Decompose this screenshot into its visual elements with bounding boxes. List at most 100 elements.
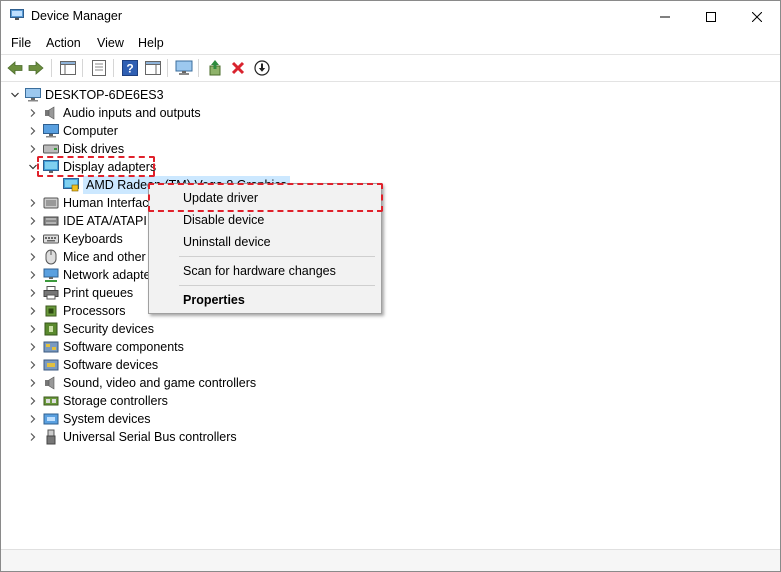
toolbar: ? <box>1 54 780 82</box>
tree-category[interactable]: Software components <box>27 338 184 356</box>
computer-icon <box>25 87 41 103</box>
uninstall-icon <box>231 61 245 75</box>
back-icon <box>7 61 23 75</box>
category-label: Universal Serial Bus controllers <box>63 430 237 444</box>
chevron-right-icon[interactable] <box>27 395 39 407</box>
security-icon <box>43 321 59 337</box>
chevron-right-icon[interactable] <box>27 323 39 335</box>
computer-icon <box>43 123 59 139</box>
display-adapters-highlight <box>37 156 155 177</box>
device-manager-window: Device Manager File Action View Help ? D… <box>0 0 781 572</box>
tree-category[interactable]: Keyboards <box>27 230 123 248</box>
tree-category[interactable]: Storage controllers <box>27 392 168 410</box>
tree-category[interactable]: Security devices <box>27 320 154 338</box>
update-driver-button[interactable] <box>206 59 224 77</box>
forward-button[interactable] <box>27 59 45 77</box>
tree-category[interactable]: System devices <box>27 410 151 428</box>
category-label: Software components <box>63 340 184 354</box>
chevron-right-icon[interactable] <box>27 233 39 245</box>
chevron-right-icon[interactable] <box>27 269 39 281</box>
close-button[interactable] <box>734 1 780 32</box>
uninstall-button[interactable] <box>229 59 247 77</box>
chevron-right-icon[interactable] <box>27 197 39 209</box>
software-device-icon <box>43 357 59 373</box>
toolbar-separator <box>167 59 168 77</box>
device-manager-app-icon <box>10 9 24 20</box>
tree-category[interactable]: Network adapters <box>27 266 161 284</box>
download-icon <box>254 60 270 76</box>
tree-root-label: DESKTOP-6DE6ES3 <box>45 88 164 102</box>
chevron-right-icon[interactable] <box>27 341 39 353</box>
menu-item-uninstall-device[interactable]: Uninstall device <box>183 235 271 249</box>
chevron-right-icon[interactable] <box>27 305 39 317</box>
window-title: Device Manager <box>31 9 123 23</box>
hid-icon <box>43 195 59 211</box>
forward-icon <box>28 61 44 75</box>
menu-separator <box>179 285 375 286</box>
software-component-icon <box>43 339 59 355</box>
category-label: System devices <box>63 412 151 426</box>
chevron-right-icon[interactable] <box>27 143 39 155</box>
chevron-right-icon[interactable] <box>27 107 39 119</box>
tree-category[interactable]: Print queues <box>27 284 133 302</box>
category-label: Computer <box>63 124 118 138</box>
category-label: Security devices <box>63 322 155 336</box>
processor-icon <box>43 303 59 319</box>
title-bar: Device Manager <box>1 1 780 32</box>
keyboard-icon <box>43 231 59 247</box>
update-driver-highlight <box>148 183 383 212</box>
menu-separator <box>179 256 375 257</box>
category-label: Software devices <box>63 358 159 372</box>
download-button[interactable] <box>253 59 271 77</box>
tree-category[interactable]: Processors <box>27 302 126 320</box>
chevron-right-icon[interactable] <box>27 251 39 263</box>
tree-category[interactable]: Universal Serial Bus controllers <box>27 428 237 446</box>
action-pane-button[interactable] <box>144 59 162 77</box>
tree-category[interactable]: Computer <box>27 122 118 140</box>
chevron-right-icon[interactable] <box>27 359 39 371</box>
menu-bar: File Action View Help <box>1 32 780 53</box>
chevron-right-icon[interactable] <box>27 413 39 425</box>
sound-icon <box>43 375 59 391</box>
show-hide-console-tree-icon <box>60 61 76 75</box>
toolbar-separator <box>82 59 83 77</box>
chevron-right-icon[interactable] <box>27 377 39 389</box>
toolbar-separator <box>113 59 114 77</box>
menu-help[interactable]: Help <box>138 36 164 50</box>
help-button[interactable]: ? <box>121 59 139 77</box>
ide-icon <box>43 213 59 229</box>
category-label: Print queues <box>63 286 134 300</box>
back-button[interactable] <box>6 59 24 77</box>
category-label: Sound, video and game controllers <box>63 376 257 390</box>
tree-category[interactable]: Software devices <box>27 356 158 374</box>
tree-category[interactable]: Audio inputs and outputs <box>27 104 201 122</box>
category-label: Storage controllers <box>63 394 168 408</box>
minimize-button[interactable] <box>642 1 688 32</box>
menu-item-properties[interactable]: Properties <box>183 293 245 307</box>
chevron-right-icon[interactable] <box>27 215 39 227</box>
menu-item-scan-hardware[interactable]: Scan for hardware changes <box>183 264 336 278</box>
device-tree: DESKTOP-6DE6ES3 Audio inputs and outputs… <box>1 81 780 551</box>
chevron-right-icon[interactable] <box>27 125 39 137</box>
tree-root[interactable]: DESKTOP-6DE6ES3 <box>9 86 164 104</box>
svg-text:?: ? <box>126 62 133 76</box>
menu-view[interactable]: View <box>97 36 124 50</box>
menu-item-disable-device[interactable]: Disable device <box>183 213 264 227</box>
display-adapter-icon <box>63 177 79 193</box>
show-hide-console-tree-button[interactable] <box>59 59 77 77</box>
monitor-icon <box>175 60 193 75</box>
toolbar-separator <box>51 59 52 77</box>
close-icon <box>752 11 762 22</box>
status-bar <box>1 549 780 571</box>
mouse-icon <box>43 249 59 265</box>
properties-button[interactable] <box>90 59 108 77</box>
tree-category[interactable]: Sound, video and game controllers <box>27 374 256 392</box>
maximize-button[interactable] <box>688 1 734 32</box>
monitor-button[interactable] <box>175 59 193 77</box>
chevron-right-icon[interactable] <box>27 287 39 299</box>
chevron-right-icon[interactable] <box>27 431 39 443</box>
menu-action[interactable]: Action <box>46 36 81 50</box>
chevron-down-icon[interactable] <box>9 89 21 101</box>
menu-file[interactable]: File <box>11 36 31 50</box>
category-label: Keyboards <box>63 232 123 246</box>
